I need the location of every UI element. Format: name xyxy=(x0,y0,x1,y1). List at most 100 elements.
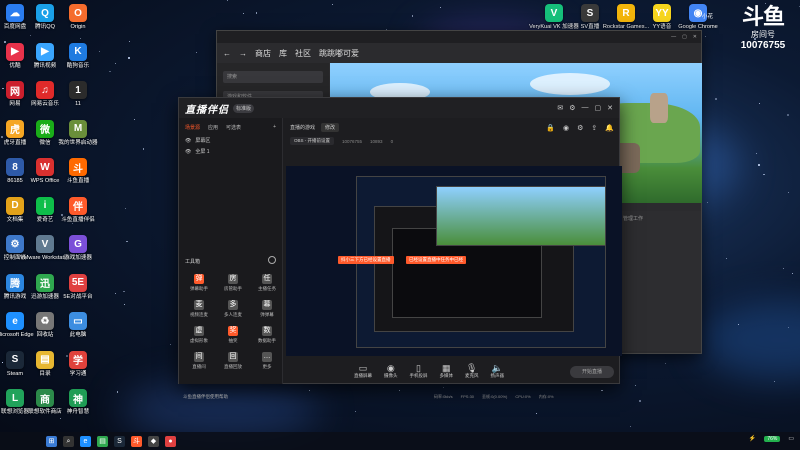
start-live-button[interactable]: 开始直播 xyxy=(570,366,614,378)
desktop-icon[interactable]: 斗斗鱼直播 xyxy=(58,158,98,185)
tool-icon: 间 xyxy=(194,352,204,362)
app-icon: YY xyxy=(653,4,671,22)
maximize-icon[interactable]: ▢ xyxy=(682,34,687,40)
window-titlebar[interactable]: — ▢ ✕ xyxy=(217,31,701,43)
source-control[interactable]: 🔈 扬声器 xyxy=(491,363,505,379)
app-icon: ⚙ xyxy=(6,235,24,253)
desktop-icon[interactable]: ▭ 此电脑 xyxy=(58,312,98,339)
tool-icon: 任 xyxy=(262,274,272,284)
desktop-icon[interactable]: YY YY语音 xyxy=(642,4,682,31)
tool-item[interactable]: 间直播间 xyxy=(185,352,213,370)
desktop-icon[interactable]: M 我的世界启动器 xyxy=(58,119,98,147)
battery-indicator[interactable]: 76% xyxy=(764,435,781,442)
tool-item[interactable]: 回直播回放 xyxy=(219,352,247,370)
live-companion-window[interactable]: 直播伴侣 标准版 ✉ ⚙ — ▢ ✕ 场景源 应用 可选表 + 👁 屏幕区 👁 … xyxy=(178,97,622,399)
desktop-icon[interactable]: V VeryKuai VK 加速器 xyxy=(529,4,579,31)
gear-icon[interactable]: ⚙ xyxy=(577,124,583,132)
resolution-select[interactable]: OBS - 开播前设置 xyxy=(290,137,335,145)
tab-apps[interactable]: 应用 xyxy=(208,124,218,131)
source-control-icon: ▯ xyxy=(416,363,421,373)
stream-title: 直播的游戏 xyxy=(290,125,316,131)
source-control-icon: 🎙 xyxy=(466,363,478,373)
source-control[interactable]: ◉ 摄像头 xyxy=(384,363,398,379)
tool-item[interactable]: 麦视频连麦 xyxy=(185,300,213,318)
desktop-icon[interactable]: K 酷狗音乐 xyxy=(58,42,98,70)
tool-item[interactable]: 多多人连麦 xyxy=(219,300,247,318)
app-icon: 网 xyxy=(6,81,24,99)
window-titlebar[interactable]: 直播伴侣 标准版 ✉ ⚙ — ▢ ✕ xyxy=(179,98,619,118)
record-taskbar-icon[interactable]: ● xyxy=(165,435,176,447)
tool-item[interactable]: 奖抽奖 xyxy=(219,326,247,344)
stream-preview[interactable]: 抖小三下方已经设置直播 已经设置直播中任务中已经 xyxy=(286,166,622,356)
help-notice[interactable]: 斗鱼直播伴侣使用帮助 xyxy=(183,394,228,400)
tool-item[interactable]: 幕弹弹幕 xyxy=(253,300,281,318)
scene-item[interactable]: 👁 全屏 1 xyxy=(179,146,282,157)
desktop-icon[interactable]: 神神舟智慧 xyxy=(58,389,98,416)
nav-store[interactable]: 商店 xyxy=(255,48,271,59)
stat-count: 0 xyxy=(390,138,394,144)
notification-icon[interactable]: ▭ xyxy=(788,435,794,442)
desktop-icon[interactable]: 1 11 xyxy=(58,81,98,108)
close-icon[interactable]: ✕ xyxy=(607,104,613,112)
scene-item[interactable]: 👁 屏幕区 xyxy=(179,135,282,146)
message-icon[interactable]: ✉ xyxy=(557,104,563,112)
tool-item[interactable]: 任主播任务 xyxy=(253,274,281,292)
desktop-icon[interactable]: O Origin xyxy=(58,4,98,31)
tool-item[interactable]: … 更多 xyxy=(253,352,281,370)
close-icon[interactable]: ✕ xyxy=(693,34,697,40)
start-icon[interactable]: ⊞ xyxy=(46,435,57,447)
tab-scenes[interactable]: 场景源 xyxy=(185,124,200,131)
share-icon[interactable]: ⇪ xyxy=(591,124,597,132)
edit-title-button[interactable]: 修改 xyxy=(321,123,340,132)
tool-item[interactable]: 数数据助手 xyxy=(253,326,281,344)
folder-taskbar-icon[interactable]: ▤ xyxy=(97,435,108,447)
desktop-icon[interactable]: 学学习通 xyxy=(58,350,98,378)
source-control[interactable]: ▦ 多媒体 xyxy=(440,363,454,379)
forward-arrow-icon[interactable]: → xyxy=(239,49,247,58)
add-scene-icon[interactable]: + xyxy=(273,124,276,131)
app-brand: 直播伴侣 xyxy=(185,104,229,116)
desktop-icon-label: 斗鱼直播 xyxy=(66,178,90,184)
source-control[interactable]: ▯ 手机投屏 xyxy=(410,363,428,379)
toolbox-toggle-icon[interactable] xyxy=(268,256,276,264)
app-icon: ▤ xyxy=(36,350,54,369)
source-control[interactable]: ▭ 直播屏幕 xyxy=(354,363,372,379)
nav-profile[interactable]: 跳跳嘟可爱 xyxy=(319,48,359,59)
search-icon[interactable]: ⌕ xyxy=(63,435,74,447)
source-control[interactable]: 🎙 麦克风 xyxy=(465,363,479,379)
camera-icon[interactable]: ◉ xyxy=(563,124,569,132)
charging-icon[interactable]: ⚡ xyxy=(749,435,756,442)
steam-taskbar-icon[interactable]: S xyxy=(114,435,125,447)
desktop-icon[interactable]: 伴斗鱼直播伴侣 xyxy=(58,196,98,224)
app-taskbar-icon[interactable]: ◆ xyxy=(148,435,159,447)
nav-library[interactable]: 库 xyxy=(279,48,287,59)
minimize-icon[interactable]: — xyxy=(582,104,589,112)
scene-label: 屏幕区 xyxy=(195,138,211,144)
nav-community[interactable]: 社区 xyxy=(295,48,311,59)
douyu-taskbar-icon[interactable]: 斗 xyxy=(131,435,142,447)
tool-label: 更多 xyxy=(262,364,272,369)
system-tray: ⚡ 76% ▭ xyxy=(749,435,794,442)
maximize-icon[interactable]: ▢ xyxy=(595,104,602,112)
tool-item[interactable]: 弹弹幕助手 xyxy=(185,274,213,292)
tool-item[interactable]: 房房管助手 xyxy=(219,274,247,292)
tool-item[interactable]: 虚虚拟形象 xyxy=(185,326,213,344)
desktop-icon[interactable]: G 游戏加速器 xyxy=(58,235,98,262)
back-arrow-icon[interactable]: ← xyxy=(223,49,231,58)
bell-icon[interactable]: 🔔 xyxy=(605,124,614,132)
app-icon: G xyxy=(69,235,87,253)
eye-icon[interactable]: 👁 xyxy=(185,138,191,144)
app-icon: 迅 xyxy=(36,273,54,292)
desktop-icon-label: 腾讯视频 xyxy=(33,62,57,69)
desktop-icon[interactable]: 5E 5E对战平台 xyxy=(58,273,98,301)
minimize-icon[interactable]: — xyxy=(671,34,676,40)
lock-icon[interactable]: 🔒 xyxy=(546,124,555,132)
eye-icon[interactable]: 👁 xyxy=(185,149,191,155)
desktop-icon[interactable]: R Rockstar Games... xyxy=(603,4,649,31)
tab-optional[interactable]: 可选表 xyxy=(226,124,241,131)
edge-taskbar-icon[interactable]: e xyxy=(80,435,91,447)
settings-icon[interactable]: ⚙ xyxy=(569,104,575,112)
desktop-icon-label: 目录 xyxy=(39,370,51,377)
library-search-input[interactable]: 搜索 xyxy=(223,71,323,83)
app-icon: 斗 xyxy=(69,158,87,176)
